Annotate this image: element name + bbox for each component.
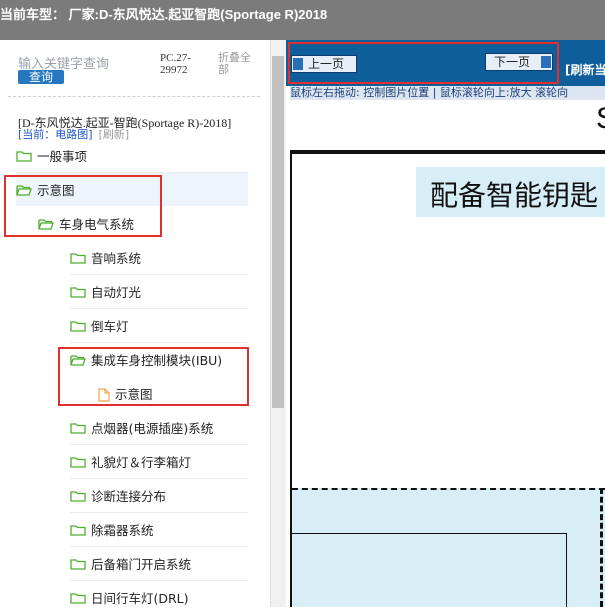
folder-icon: [70, 456, 86, 468]
folder-icon: [70, 320, 86, 332]
tree-item-reverse-light[interactable]: 倒车灯: [70, 309, 248, 343]
tree-item-auto-lights[interactable]: 自动灯光: [70, 275, 248, 309]
pc-code: PC.27-29972: [160, 52, 191, 76]
tree-item-label: 除霜器系统: [91, 523, 154, 538]
tree-item-tailgate[interactable]: 后备箱门开启系统: [70, 547, 248, 581]
tree-item-label: 礼貌灯＆行李箱灯: [91, 455, 192, 470]
dashed-border: [292, 488, 605, 490]
diagram-border: [290, 150, 605, 154]
tree-item-label: 自动灯光: [91, 285, 142, 300]
tree-item-defroster[interactable]: 除霜器系统: [70, 513, 248, 547]
tree-item-label: 诊断连接分布: [91, 489, 167, 504]
folder-icon: [70, 490, 86, 502]
folder-icon: [70, 524, 86, 536]
dashed-border: [600, 488, 603, 607]
folder-icon: [16, 150, 32, 162]
refresh-current-link[interactable]: [刷新当: [565, 61, 605, 78]
folder-icon: [70, 422, 86, 434]
title-bar: 当前车型： 厂家:D-东风悦达.起亚智跑(Sportage R)2018: [0, 0, 605, 40]
tree-item-audio[interactable]: 音响系统: [70, 241, 248, 275]
tree-item-drl[interactable]: 日间行车灯(DRL): [70, 581, 248, 614]
divider: [8, 96, 260, 97]
scrollbar-thumb[interactable]: [272, 56, 284, 408]
tree-item-label: 日间行车灯(DRL): [91, 591, 189, 606]
highlight-box: [58, 347, 249, 406]
folder-icon: [70, 252, 86, 264]
search-input[interactable]: [18, 55, 146, 71]
tree-item-cigar-lighter[interactable]: 点烟器(电源插座)系统: [70, 411, 248, 445]
highlight-box: [288, 42, 559, 84]
tree-item-diagnostic[interactable]: 诊断连接分布: [70, 479, 248, 513]
tree-item-general[interactable]: 一般事项: [16, 139, 248, 173]
folder-icon: [70, 592, 86, 604]
tree-item-label: 点烟器(电源插座)系统: [91, 421, 214, 436]
diagram-title: 配备智能钥匙: [430, 179, 599, 212]
hint-text: 鼠标左右拖动: 控制图片位置 | 鼠标滚轮向上:放大 滚轮向: [290, 86, 605, 100]
current-model-title: 当前车型： 厂家:D-东风悦达.起亚智跑(Sportage R)2018: [0, 7, 328, 22]
highlight-box: [4, 175, 162, 237]
tree-item-label: 后备箱门开启系统: [91, 557, 192, 572]
collapse-all-link[interactable]: 折叠全部: [218, 52, 258, 76]
diagram-component-box: [292, 533, 567, 607]
tree-item-label: 一般事项: [37, 149, 88, 164]
tree-item-label: 音响系统: [91, 251, 142, 266]
tree-item-label: 倒车灯: [91, 319, 129, 334]
folder-icon: [70, 286, 86, 298]
query-button[interactable]: 查询: [18, 70, 64, 84]
folder-icon: [70, 558, 86, 570]
tree-item-courtesy-lights[interactable]: 礼貌灯＆行李箱灯: [70, 445, 248, 479]
page-letter: S: [596, 102, 605, 136]
